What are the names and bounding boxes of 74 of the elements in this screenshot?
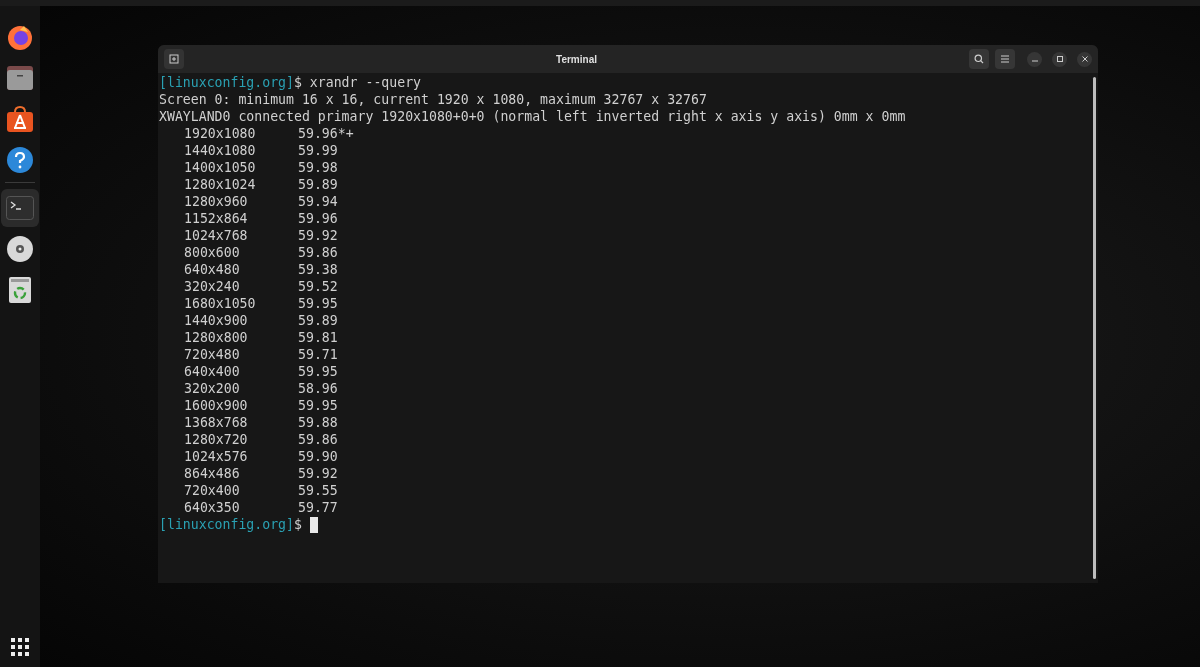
refresh-rate-text: 59.81 [298, 329, 338, 346]
menu-icon [1001, 55, 1009, 63]
menu-button[interactable] [995, 49, 1015, 69]
resolution-text: 640x400 [184, 363, 241, 380]
scrollbar[interactable] [1092, 77, 1096, 579]
refresh-rate-text: 59.52 [298, 278, 338, 295]
fox-globe-icon [6, 23, 34, 51]
prompt-text: [linuxconfig.org] [159, 74, 294, 91]
refresh-rate-text: 59.92 [298, 465, 338, 482]
resolution-text: 1920x1080 [184, 125, 257, 142]
terminal-icon [6, 196, 34, 220]
resolution-text: 1280x800 [184, 329, 249, 346]
resolution-text: 720x480 [184, 346, 241, 363]
command-text: $ xrandr --query [294, 74, 422, 91]
refresh-rate-text: 59.89 [298, 312, 338, 329]
resolution-text: 1680x1050 [184, 295, 257, 312]
recycle-bin-icon [8, 276, 32, 304]
refresh-rate-text: 59.95 [298, 295, 338, 312]
text-cursor [309, 516, 318, 533]
resolution-text: 864x486 [184, 465, 241, 482]
refresh-rate-text: 59.94 [298, 193, 338, 210]
resolution-text: 1280x1024 [184, 176, 257, 193]
window-title: Terminal [556, 52, 597, 67]
folder-icon [6, 65, 34, 91]
minimize-button[interactable] [1027, 51, 1042, 67]
prompt-text: [linuxconfig.org] [159, 516, 294, 533]
maximize-button[interactable] [1052, 51, 1067, 67]
resolution-text: 1400x1050 [184, 159, 257, 176]
close-button[interactable] [1077, 51, 1092, 67]
resolution-text: 800x600 [184, 244, 241, 261]
refresh-rate-text: 59.77 [298, 499, 338, 516]
app-grid-icon[interactable] [10, 637, 30, 657]
resolution-text: 1368x768 [184, 414, 249, 431]
refresh-rate-text: 59.86 [298, 431, 338, 448]
refresh-rate-text: 58.96 [298, 380, 338, 397]
refresh-rate-text: 59.99 [298, 142, 338, 159]
refresh-rate-text: 59.55 [298, 482, 338, 499]
refresh-rate-text: 59.89 [298, 176, 338, 193]
refresh-rate-text: 59.38 [298, 261, 338, 278]
search-button[interactable] [969, 49, 989, 69]
help-icon [6, 146, 34, 174]
refresh-rate-text: 59.88 [298, 414, 338, 431]
resolution-text: 1600x900 [184, 397, 249, 414]
resolution-text: 1024x768 [184, 227, 249, 244]
resolution-text: 320x200 [184, 380, 241, 397]
refresh-rate-text: 59.92 [298, 227, 338, 244]
resolution-text: 1440x900 [184, 312, 249, 329]
command-text: $ [294, 516, 303, 533]
refresh-rate-text: 59.95 [298, 397, 338, 414]
refresh-rate-text: 59.96*+ [298, 125, 354, 142]
refresh-rate-text: 59.98 [298, 159, 338, 176]
new-tab-icon [169, 54, 179, 64]
close-icon [1081, 56, 1088, 62]
refresh-rate-text: 59.96 [298, 210, 338, 227]
output-line: Screen 0: minimum 16 x 16, current 1920 x 1080, maximum 32767 x 32767 [159, 92, 707, 107]
resolution-text: 720x400 [184, 482, 241, 499]
maximize-icon [1056, 56, 1063, 62]
resolution-text: 1280x960 [184, 193, 249, 210]
resolution-text: 640x350 [184, 499, 241, 516]
resolution-text: 1024x576 [184, 448, 249, 465]
resolution-text: 640x480 [184, 261, 241, 278]
resolution-text: 1280x720 [184, 431, 249, 448]
shopping-bag-icon [6, 105, 34, 133]
disc-icon [6, 235, 34, 263]
resolution-text: 1152x864 [184, 210, 249, 227]
refresh-rate-text: 59.95 [298, 363, 338, 380]
refresh-rate-text: 59.90 [298, 448, 338, 465]
resolution-text: 1440x1080 [184, 142, 257, 159]
refresh-rate-text: 59.71 [298, 346, 338, 363]
resolution-text: 320x240 [184, 278, 241, 295]
new-tab-button[interactable] [164, 49, 184, 69]
output-line: XWAYLAND0 connected primary 1920x1080+0+0 (normal left inverted right x axis y axis) 0mm x 0mm [159, 109, 906, 124]
search-icon [974, 54, 984, 64]
refresh-rate-text: 59.86 [298, 244, 338, 261]
